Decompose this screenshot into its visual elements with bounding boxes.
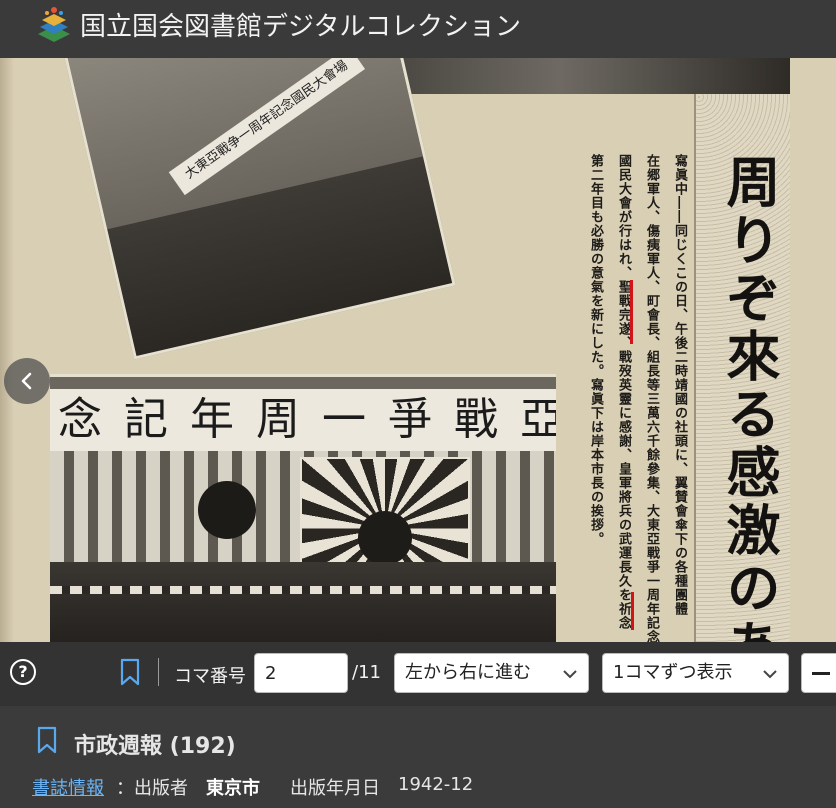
item-info-panel: 市政週報 (192) 書誌情報 ：出版者 東京市 出版年月日 1942-12: [0, 706, 836, 808]
article-column: 在郷軍人、傷痍軍人、町會長、組長等三萬六千餘參集、大東亞戰爭一周年記念: [644, 154, 659, 642]
zoom-out-button[interactable]: [801, 653, 836, 693]
toolbar-divider: [158, 658, 159, 686]
bookmark-icon[interactable]: [118, 658, 142, 686]
page-direction-value: 左から右に進む: [405, 662, 531, 683]
prev-page-button[interactable]: [4, 358, 50, 404]
crowd: [50, 562, 556, 642]
site-title[interactable]: 国立国会図書館デジタルコレクション: [80, 6, 521, 43]
header-bar: 国立国会図書館デジタルコレクション: [0, 0, 836, 58]
ndl-logo-icon[interactable]: [34, 4, 74, 44]
bibliographic-info-link[interactable]: 書誌情報: [32, 774, 104, 800]
scanned-page: 大東亞戰争一周年記念國民大會場 念記年周一爭戰亞東 寫眞中――同じくこの日、午後…: [0, 58, 836, 642]
article-headline: 周りぞ來る感激のあの日: [717, 154, 781, 642]
chevron-down-icon: [563, 670, 577, 679]
help-button[interactable]: ?: [10, 659, 36, 685]
chevron-left-icon: [21, 372, 32, 390]
article-column: 國民大會が行はれ、聖戰完遂、戰歿英靈に感謝、皇軍將兵の武運長久を祈念: [616, 154, 631, 630]
publisher-value: 東京市: [206, 778, 260, 799]
bookmark-icon[interactable]: [36, 726, 58, 754]
frame-number-input[interactable]: [254, 653, 348, 693]
frame-number-label: コマ番号: [174, 666, 246, 687]
publish-date-label: 出版年月日: [290, 778, 380, 799]
article-text: 寫眞中――同じくこの日、午後二時靖國の社頭に、翼賛會傘下の各種團體 在郷軍人、傷…: [580, 154, 690, 642]
highlight-mark: [631, 592, 634, 630]
page-gutter: [0, 58, 14, 642]
item-title: 市政週報 (192): [74, 734, 236, 759]
publish-date-value: 1942-12: [398, 774, 474, 795]
hinomaru-flag: [198, 481, 256, 539]
minus-icon: [812, 672, 830, 675]
headline-box: 周りぞ來る感激のあの日: [694, 94, 790, 642]
highlight-mark: [630, 280, 633, 344]
article-column: 寫眞中――同じくこの日、午後二時靖國の社頭に、翼賛會傘下の各種團體: [672, 154, 687, 616]
photo-ceremony: 念記年周一爭戰亞東: [50, 374, 556, 642]
photo-shrine-gate: 大東亞戰争一周年記念國民大會場: [60, 58, 456, 360]
frame-total: /11: [352, 662, 381, 683]
article-column: 第二年目も必勝の意氣を新にした。寫眞下は岸本市長の挨拶。: [588, 154, 603, 546]
photo-bottom-banner: 念記年周一爭戰亞東: [50, 389, 556, 451]
publisher-label: ：出版者: [116, 778, 188, 799]
chevron-down-icon: [763, 670, 777, 679]
display-mode-select[interactable]: 1コマずつ表示: [602, 653, 789, 693]
display-mode-value: 1コマずつ表示: [613, 662, 733, 683]
page-direction-select[interactable]: 左から右に進む: [394, 653, 589, 693]
page-viewer[interactable]: 大東亞戰争一周年記念國民大會場 念記年周一爭戰亞東 寫眞中――同じくこの日、午後…: [0, 58, 836, 642]
viewer-toolbar: ? コマ番号 /11 左から右に進む 1コマずつ表示: [0, 642, 836, 706]
